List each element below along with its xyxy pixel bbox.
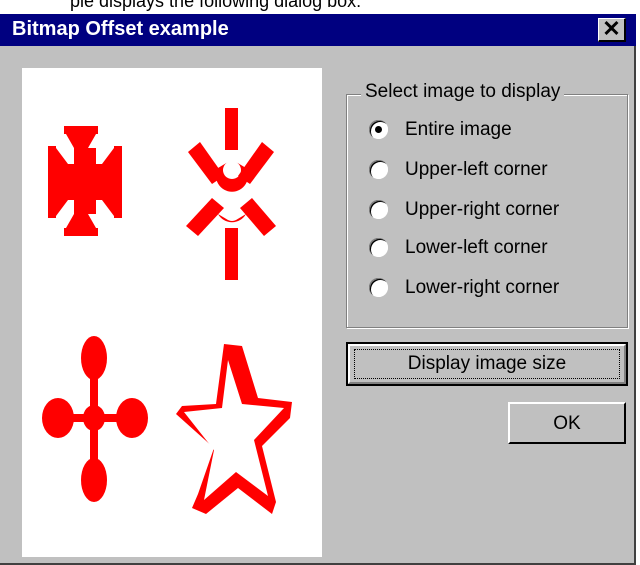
title-bar[interactable]: Bitmap Offset example ✕ — [0, 14, 636, 46]
spiked-asterisk-icon — [186, 108, 276, 280]
radio-label[interactable]: Upper-right corner — [405, 197, 559, 223]
radio-label[interactable]: Lower-left corner — [405, 235, 548, 261]
background-caption-strip: ple displays the following dialog box: — [0, 0, 640, 14]
cross-pattee-icon — [48, 126, 122, 236]
radio-button[interactable] — [369, 200, 388, 219]
ok-button[interactable]: OK — [508, 402, 626, 444]
button-label: Display image size — [407, 353, 567, 374]
oval-cross-icon — [42, 336, 148, 502]
radio-button[interactable] — [369, 160, 388, 179]
close-icon: ✕ — [602, 16, 621, 41]
display-image-size-button[interactable]: Display image size — [346, 342, 628, 386]
groupbox-legend: Select image to display — [361, 81, 565, 103]
star-icon — [176, 344, 292, 514]
radio-label[interactable]: Upper-left corner — [405, 157, 548, 183]
radio-button[interactable] — [369, 120, 388, 139]
radio-button[interactable] — [369, 278, 388, 297]
radio-selected-dot — [375, 126, 382, 133]
bitmap-image — [42, 108, 292, 514]
radio-button[interactable] — [369, 238, 388, 257]
select-image-groupbox: Select image to display Entire image Upp… — [346, 81, 628, 328]
button-label: OK — [553, 413, 581, 434]
radio-label[interactable]: Entire image — [405, 117, 512, 143]
bitmap-display-area — [22, 68, 322, 557]
background-caption-text: ple displays the following dialog box: — [70, 0, 362, 11]
dialog-window: Bitmap Offset example ✕ Select image to … — [0, 14, 636, 565]
window-title: Bitmap Offset example — [12, 18, 229, 40]
radio-label[interactable]: Lower-right corner — [405, 275, 559, 301]
close-button[interactable]: ✕ — [598, 18, 626, 42]
